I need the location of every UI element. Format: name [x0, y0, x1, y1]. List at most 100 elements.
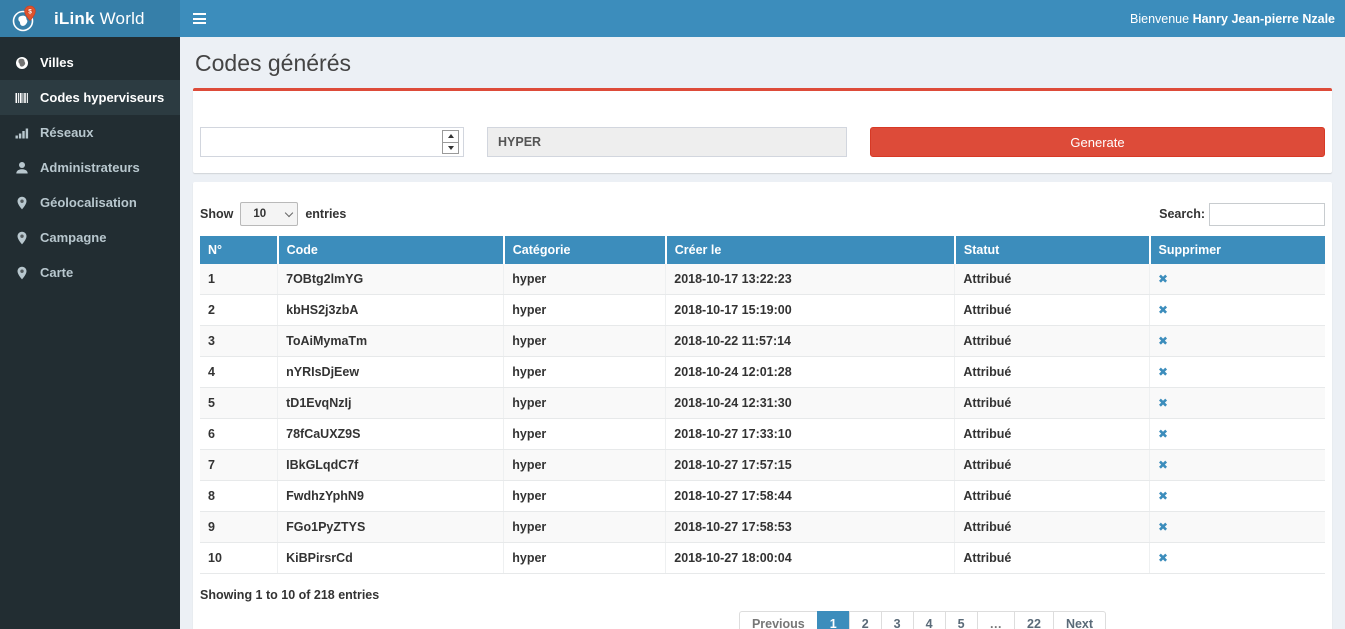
sidebar-toggle-hamburger-icon[interactable]	[180, 0, 218, 37]
search-control: Search:	[1159, 203, 1325, 226]
delete-code-icon[interactable]: ✖	[1158, 427, 1168, 441]
table-row: 10KiBPirsrCdhyper2018-10-27 18:00:04Attr…	[200, 543, 1325, 574]
cell-status: Attribué	[955, 419, 1150, 450]
cell-category: hyper	[504, 326, 666, 357]
sidebar-item-administrateurs[interactable]: Administrateurs	[0, 150, 180, 185]
quantity-field-wrap	[200, 127, 464, 157]
cell-category: hyper	[504, 543, 666, 574]
delete-code-icon[interactable]: ✖	[1158, 551, 1168, 565]
cell-code: kbHS2j3zbA	[278, 295, 504, 326]
pagination-1[interactable]: 1	[817, 611, 850, 629]
cell-code: FwdhzYphN9	[278, 481, 504, 512]
delete-code-icon[interactable]: ✖	[1158, 334, 1168, 348]
column-header-statut[interactable]: Statut	[955, 236, 1150, 264]
column-header-cr-er-le[interactable]: Créer le	[666, 236, 955, 264]
column-header-n-[interactable]: N°	[200, 236, 278, 264]
cell-n: 10	[200, 543, 278, 574]
map-marker-icon	[14, 196, 30, 210]
entries-label: entries	[305, 207, 346, 221]
number-spinner[interactable]	[442, 130, 459, 154]
cell-category: hyper	[504, 481, 666, 512]
cell-code: IBkGLqdC7f	[278, 450, 504, 481]
spinner-down-icon[interactable]	[448, 146, 454, 150]
codes-table-panel: Show 10 entries Search: N°CodeCatégorieC…	[193, 182, 1332, 629]
pagination-next[interactable]: Next	[1053, 611, 1106, 629]
delete-code-icon[interactable]: ✖	[1158, 396, 1168, 410]
table-row: 2kbHS2j3zbAhyper2018-10-17 15:19:00Attri…	[200, 295, 1325, 326]
sidebar-item-villes[interactable]: Villes	[0, 45, 180, 80]
signal-icon	[14, 126, 30, 140]
cell-status: Attribué	[955, 264, 1150, 295]
cell-status: Attribué	[955, 388, 1150, 419]
cell-created: 2018-10-27 17:58:44	[666, 481, 955, 512]
cell-delete: ✖	[1150, 543, 1326, 574]
cell-code: 78fCaUXZ9S	[278, 419, 504, 450]
ilink-globe-pin-logo-icon: $	[10, 4, 40, 34]
quantity-input[interactable]	[200, 127, 464, 157]
svg-text:$: $	[28, 8, 32, 15]
spinner-up-icon[interactable]	[448, 134, 454, 138]
pagination-previous[interactable]: Previous	[739, 611, 818, 629]
cell-delete: ✖	[1150, 419, 1326, 450]
cell-created: 2018-10-24 12:01:28	[666, 357, 955, 388]
brand-logo-area[interactable]: $ iLink World	[0, 0, 180, 37]
cell-delete: ✖	[1150, 326, 1326, 357]
search-input[interactable]	[1209, 203, 1325, 226]
column-header-cat-gorie[interactable]: Catégorie	[504, 236, 666, 264]
cell-created: 2018-10-17 13:22:23	[666, 264, 955, 295]
cell-delete: ✖	[1150, 357, 1326, 388]
cell-delete: ✖	[1150, 264, 1326, 295]
column-header-code[interactable]: Code	[278, 236, 504, 264]
cell-created: 2018-10-27 17:58:53	[666, 512, 955, 543]
page-length-control: Show 10 entries	[200, 202, 346, 226]
cell-n: 4	[200, 357, 278, 388]
delete-code-icon[interactable]: ✖	[1158, 365, 1168, 379]
sidebar-item-label: Villes	[40, 55, 74, 70]
show-label: Show	[200, 207, 233, 221]
page-title: Codes générés	[195, 50, 1330, 77]
welcome-message: Bienvenue Hanry Jean-pierre Nzale	[1130, 12, 1335, 26]
cell-created: 2018-10-17 15:19:00	[666, 295, 955, 326]
cell-code: KiBPirsrCd	[278, 543, 504, 574]
sidebar-item-carte[interactable]: Carte	[0, 255, 180, 290]
delete-code-icon[interactable]: ✖	[1158, 303, 1168, 317]
code-generator-panel: Generate	[193, 88, 1332, 173]
entries-per-page-select[interactable]: 10	[240, 202, 298, 226]
sidebar-item-campagne[interactable]: Campagne	[0, 220, 180, 255]
cell-category: hyper	[504, 264, 666, 295]
cell-code: tD1EvqNzIj	[278, 388, 504, 419]
column-header-supprimer[interactable]: Supprimer	[1150, 236, 1326, 264]
table-row: 678fCaUXZ9Shyper2018-10-27 17:33:10Attri…	[200, 419, 1325, 450]
cell-status: Attribué	[955, 481, 1150, 512]
delete-code-icon[interactable]: ✖	[1158, 520, 1168, 534]
sidebar-item-r-seaux[interactable]: Réseaux	[0, 115, 180, 150]
table-row: 17OBtg2lmYGhyper2018-10-17 13:22:23Attri…	[200, 264, 1325, 295]
generate-button[interactable]: Generate	[870, 127, 1325, 157]
cell-category: hyper	[504, 357, 666, 388]
pagination-ellipsis: …	[977, 611, 1016, 629]
pagination-22[interactable]: 22	[1014, 611, 1054, 629]
cell-status: Attribué	[955, 357, 1150, 388]
cell-code: ToAiMymaTm	[278, 326, 504, 357]
delete-code-icon[interactable]: ✖	[1158, 458, 1168, 472]
cell-code: FGo1PyZTYS	[278, 512, 504, 543]
table-row: 3ToAiMymaTmhyper2018-10-22 11:57:14Attri…	[200, 326, 1325, 357]
cell-delete: ✖	[1150, 388, 1326, 419]
pagination-4[interactable]: 4	[913, 611, 946, 629]
top-bar: $ iLink World Bienvenue Hanry Jean-pierr…	[0, 0, 1345, 37]
sidebar-item-label: Campagne	[40, 230, 106, 245]
cell-created: 2018-10-22 11:57:14	[666, 326, 955, 357]
cell-created: 2018-10-27 18:00:04	[666, 543, 955, 574]
delete-code-icon[interactable]: ✖	[1158, 272, 1168, 286]
pagination-3[interactable]: 3	[881, 611, 914, 629]
sidebar-item-g-olocalisation[interactable]: Géolocalisation	[0, 185, 180, 220]
sidebar-item-codes-hyperviseurs[interactable]: Codes hyperviseurs	[0, 80, 180, 115]
delete-code-icon[interactable]: ✖	[1158, 489, 1168, 503]
pagination-5[interactable]: 5	[945, 611, 978, 629]
cell-n: 3	[200, 326, 278, 357]
cell-created: 2018-10-27 17:33:10	[666, 419, 955, 450]
pagination-2[interactable]: 2	[849, 611, 882, 629]
sidebar-menu: Villes Codes hyperviseursRéseauxAdministr…	[0, 37, 180, 629]
cell-code: 7OBtg2lmYG	[278, 264, 504, 295]
map-marker-icon	[14, 231, 30, 245]
